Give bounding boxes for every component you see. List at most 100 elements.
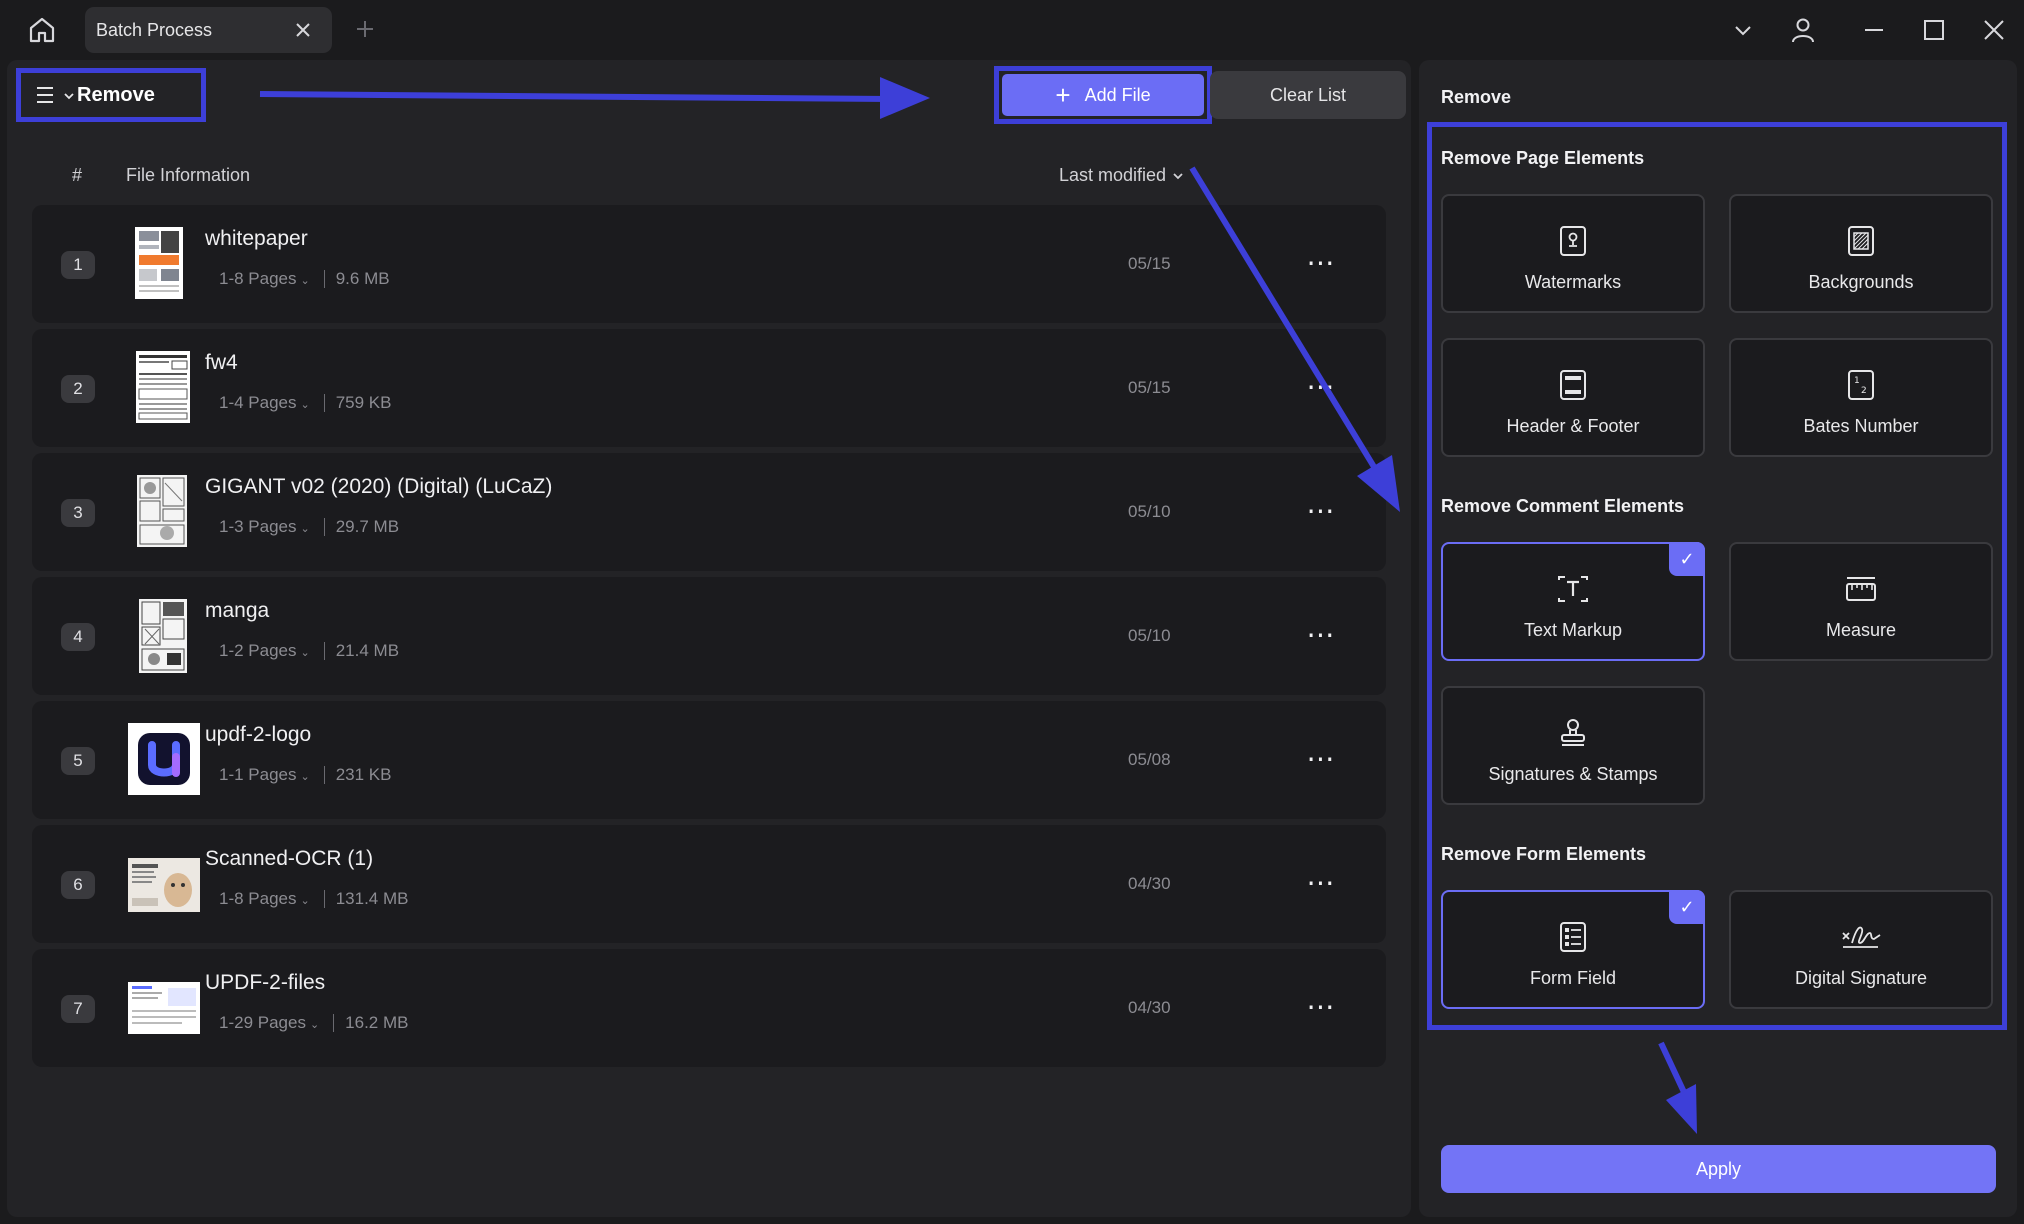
page-range-selector[interactable]: 1-8 Pages ⌄ xyxy=(219,889,310,909)
column-header-file-info: File Information xyxy=(126,165,251,185)
text-markup-icon xyxy=(1558,576,1588,602)
chevron-down-icon: ⌄ xyxy=(300,399,310,411)
file-row[interactable]: 3 GIGANT v02 (2020) (Digital) (LuCaZ) 1-… xyxy=(32,453,1386,571)
row-number: 5 xyxy=(61,747,95,775)
file-size: 21.4 MB xyxy=(335,641,400,660)
maximize-button[interactable] xyxy=(1918,14,1950,46)
option-label: Measure xyxy=(1825,620,1897,640)
more-options-button[interactable]: ⋯ xyxy=(1304,618,1338,650)
more-options-button[interactable]: ⋯ xyxy=(1304,495,1338,526)
plus-icon xyxy=(357,21,373,37)
more-options-button[interactable]: ⋯ xyxy=(1304,742,1338,774)
file-meta: 1-2 Pages ⌄ 21.4 MB xyxy=(219,641,399,661)
file-meta: 1-29 Pages ⌄ 16.2 MB xyxy=(219,1013,408,1033)
divider xyxy=(323,394,325,412)
option-digital-signature[interactable]: Digital Signature xyxy=(1729,890,1993,1009)
chevron-down-icon: ⌄ xyxy=(309,1019,320,1031)
tabs-dropdown-button[interactable] xyxy=(1727,14,1759,46)
file-date: 05/10 xyxy=(1128,626,1171,645)
close-icon xyxy=(296,23,310,37)
tab-batch-process[interactable]: Batch Process xyxy=(85,7,332,53)
option-signatures-stamps[interactable]: Signatures & Stamps xyxy=(1441,686,1705,805)
file-thumbnail xyxy=(128,982,200,1034)
file-size: 759 KB xyxy=(335,393,392,412)
option-form-field[interactable]: ✓ Form Field xyxy=(1441,890,1705,1009)
file-row[interactable]: 5 updf-2-logo 1-1 Pages ⌄ 231 KB 05/08 ⋯ xyxy=(32,701,1386,819)
svg-text:2: 2 xyxy=(1861,386,1867,396)
divider xyxy=(323,270,325,288)
header-footer-icon xyxy=(1560,370,1586,400)
page-range: 1-3 Pages xyxy=(219,517,297,536)
home-button[interactable] xyxy=(24,12,60,48)
file-thumbnail xyxy=(139,599,187,673)
menu-icon xyxy=(37,87,53,103)
file-size: 16.2 MB xyxy=(345,1013,409,1032)
minimize-icon xyxy=(1865,29,1883,31)
option-backgrounds[interactable]: Backgrounds xyxy=(1729,194,1993,313)
section-title-page-elements: Remove Page Elements xyxy=(1441,148,1645,168)
file-row[interactable]: 4 manga 1-2 Pages ⌄ 21.4 MB 05/10 ⋯ xyxy=(32,577,1386,695)
more-options-button[interactable]: ⋯ xyxy=(1304,371,1338,402)
more-icon: ⋯ xyxy=(1306,742,1336,774)
new-tab-button[interactable] xyxy=(352,16,378,42)
file-row[interactable]: 2 fw4 1-4 Pages ⌄ 759 KB 05/15 ⋯ xyxy=(32,329,1386,447)
plus-icon: + xyxy=(1055,80,1071,110)
file-row[interactable]: 6 Scanned-OCR (1) 1-8 Pages ⌄ 131.4 MB 04… xyxy=(32,825,1386,943)
close-icon xyxy=(1984,20,2004,40)
option-watermarks[interactable]: Watermarks xyxy=(1441,194,1705,313)
section-title-form-elements: Remove Form Elements xyxy=(1441,844,1647,864)
more-options-button[interactable]: ⋯ xyxy=(1304,991,1338,1022)
page-range: 1-4 Pages xyxy=(219,393,297,412)
mode-selector-button[interactable]: Remove xyxy=(16,68,206,122)
file-name: updf-2-logo xyxy=(205,723,312,746)
option-label: Backgrounds xyxy=(1808,272,1914,292)
sort-label: Last modified xyxy=(1059,165,1167,185)
page-range-selector[interactable]: 1-2 Pages ⌄ xyxy=(219,641,310,661)
page-range-selector[interactable]: 1-1 Pages ⌄ xyxy=(219,765,310,785)
sort-last-modified[interactable]: Last modified xyxy=(1059,165,1184,186)
more-options-button[interactable]: ⋯ xyxy=(1304,866,1338,898)
page-range: 1-8 Pages xyxy=(219,889,297,908)
file-size: 29.7 MB xyxy=(335,517,400,536)
file-row[interactable]: 7 UPDF-2-files 1-29 Pages ⌄ 16.2 MB 04/30… xyxy=(32,949,1386,1067)
account-button[interactable] xyxy=(1787,14,1819,46)
clear-list-label: Clear List xyxy=(1269,84,1347,105)
row-number: 4 xyxy=(61,623,95,651)
divider xyxy=(323,642,325,660)
apply-button[interactable]: Apply xyxy=(1441,1145,1996,1193)
option-label: Text Markup xyxy=(1523,620,1623,640)
divider xyxy=(323,890,325,908)
page-range-selector[interactable]: 1-8 Pages ⌄ xyxy=(219,269,310,289)
file-date: 05/15 xyxy=(1128,254,1171,273)
file-thumbnail xyxy=(136,351,190,423)
close-tab-button[interactable] xyxy=(292,19,314,41)
file-size: 9.6 MB xyxy=(335,269,390,288)
chevron-down-icon xyxy=(64,93,74,100)
page-range-selector[interactable]: 1-29 Pages ⌄ xyxy=(219,1013,319,1033)
panel-title: Remove xyxy=(1441,87,1512,107)
chevron-down-icon: ⌄ xyxy=(300,523,310,535)
minimize-button[interactable] xyxy=(1858,14,1890,46)
file-thumbnail xyxy=(128,858,200,912)
more-icon: ⋯ xyxy=(1306,866,1336,898)
more-options-button[interactable]: ⋯ xyxy=(1304,247,1338,278)
file-row[interactable]: 1 whitepaper 1-8 Pages ⌄ 9.6 MB 05/15 ⋯ xyxy=(32,205,1386,323)
file-name: Scanned-OCR (1) xyxy=(205,847,374,870)
clear-list-button[interactable]: Clear List xyxy=(1210,71,1406,119)
row-number: 7 xyxy=(61,995,95,1023)
option-header-footer[interactable]: Header & Footer xyxy=(1441,338,1705,457)
option-text-markup[interactable]: ✓ Text Markup xyxy=(1441,542,1705,661)
close-window-button[interactable] xyxy=(1978,14,2010,46)
stamp-icon xyxy=(1561,719,1585,746)
page-range-selector[interactable]: 1-4 Pages ⌄ xyxy=(219,393,310,413)
file-date: 05/08 xyxy=(1128,750,1171,769)
tab-title: Batch Process xyxy=(96,19,213,40)
file-date: 05/10 xyxy=(1128,502,1171,521)
option-measure[interactable]: Measure xyxy=(1729,542,1993,661)
add-file-button[interactable]: + Add File xyxy=(994,66,1212,124)
option-bates-number[interactable]: 1 2 Bates Number xyxy=(1729,338,1993,457)
file-name: fw4 xyxy=(205,351,238,374)
more-icon: ⋯ xyxy=(1306,618,1336,650)
file-size: 231 KB xyxy=(335,765,392,784)
page-range-selector[interactable]: 1-3 Pages ⌄ xyxy=(219,517,310,537)
